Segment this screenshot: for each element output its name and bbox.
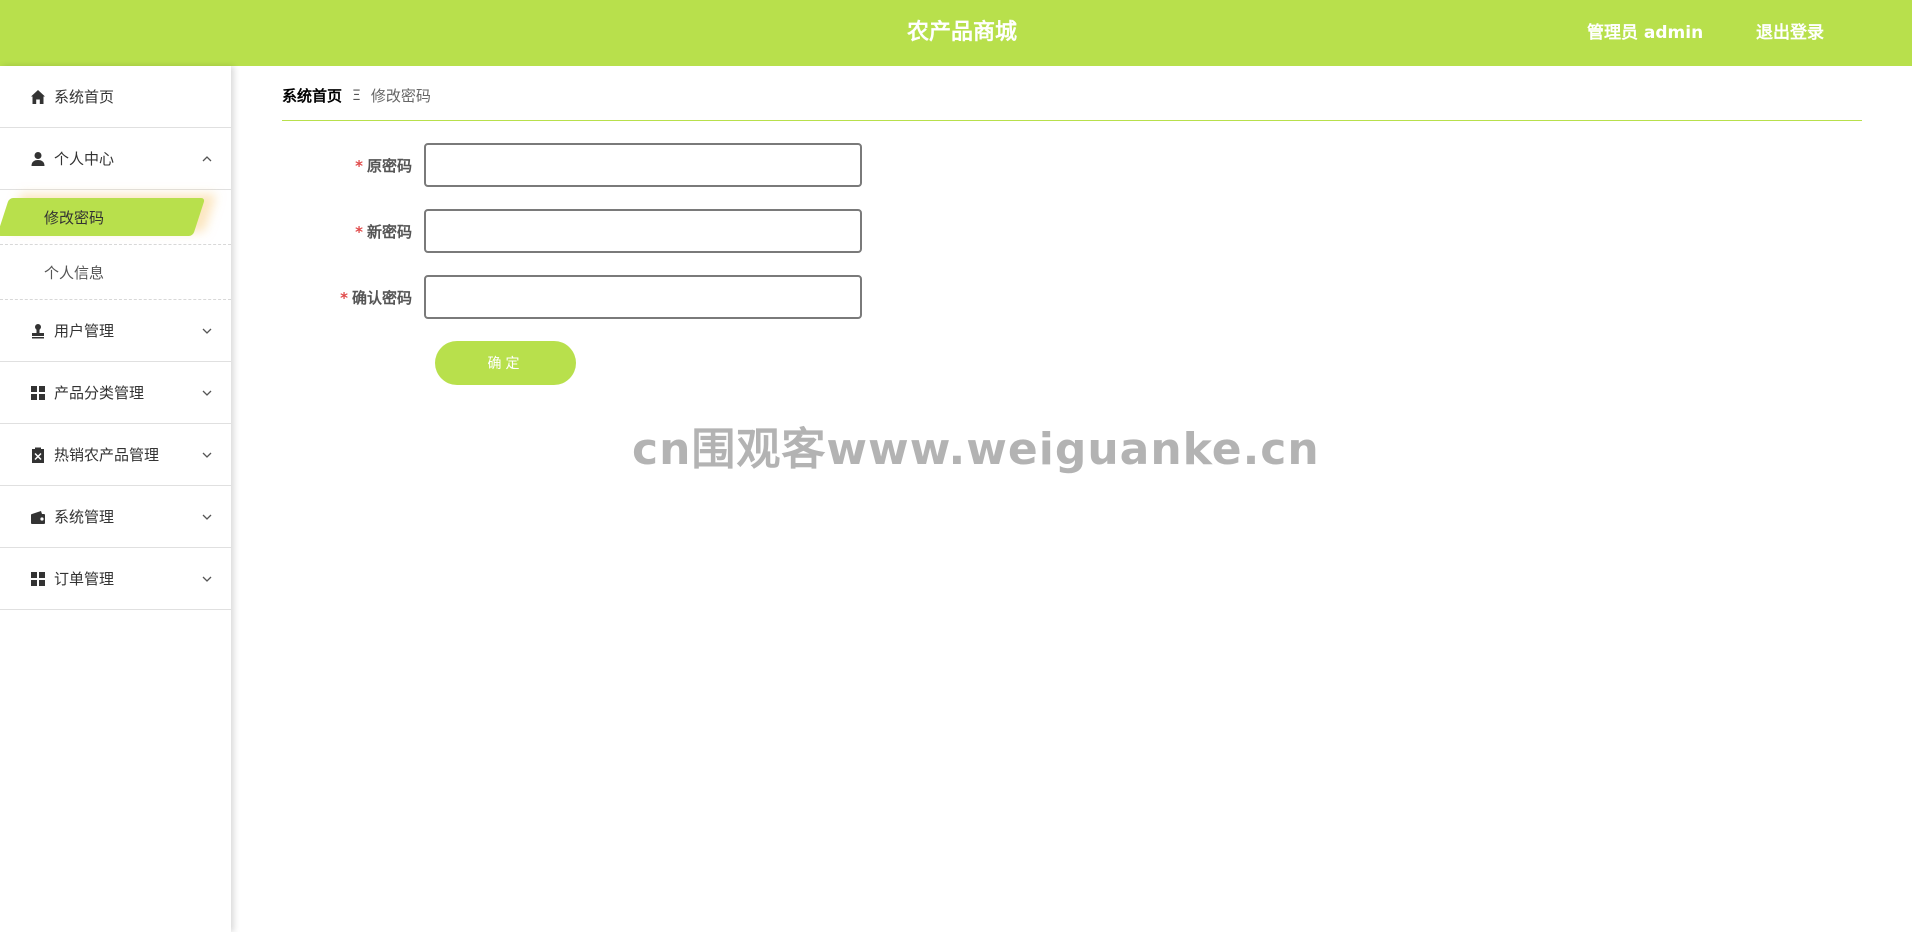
confirm-button[interactable]: 确定 bbox=[435, 341, 576, 385]
old-password-label-text: 原密码 bbox=[366, 156, 412, 175]
sidebar: 系统首页 个人中心 修改密码 个人信息 用户管理 产品分类管理 热销农产品管理 … bbox=[0, 66, 231, 932]
grid-icon bbox=[31, 571, 45, 586]
new-password-label-text: 新密码 bbox=[366, 222, 412, 241]
chevron-down-icon bbox=[202, 328, 212, 334]
sidebar-item-category-management[interactable]: 产品分类管理 bbox=[0, 362, 231, 424]
sidebar-subitem-label: 修改密码 bbox=[44, 208, 105, 227]
confirm-password-label-text: 确认密码 bbox=[351, 288, 412, 307]
clipboard-icon bbox=[32, 447, 44, 463]
sidebar-item-label: 热销农产品管理 bbox=[54, 446, 160, 464]
old-password-label: * 原密码 bbox=[282, 155, 424, 176]
breadcrumb-home[interactable]: 系统首页 bbox=[282, 85, 342, 107]
watermark-text: cn围观客www.weiguanke.cn bbox=[632, 424, 1320, 475]
form-row-new-password: * 新密码 bbox=[282, 209, 882, 253]
confirm-password-label: * 确认密码 bbox=[282, 287, 424, 308]
breadcrumb-divider bbox=[282, 120, 1862, 121]
home-icon bbox=[31, 89, 45, 104]
sidebar-item-home[interactable]: 系统首页 bbox=[0, 66, 231, 128]
sidebar-subitem-change-password[interactable]: 修改密码 bbox=[0, 190, 231, 245]
form-row-confirm-password: * 确认密码 bbox=[282, 275, 882, 319]
sidebar-item-order-management[interactable]: 订单管理 bbox=[0, 548, 231, 610]
sidebar-subitem-label: 个人信息 bbox=[44, 263, 105, 282]
sidebar-item-label: 个人中心 bbox=[54, 150, 115, 168]
sidebar-item-label: 订单管理 bbox=[54, 570, 115, 588]
admin-username: 管理员 admin bbox=[1587, 23, 1704, 43]
top-header: 农产品商城 管理员 admin 退出登录 bbox=[0, 0, 1912, 66]
new-password-label: * 新密码 bbox=[282, 221, 424, 242]
breadcrumb: 系统首页 Ξ 修改密码 bbox=[282, 85, 431, 107]
grid-icon bbox=[31, 385, 45, 400]
sidebar-subitem-personal-info[interactable]: 个人信息 bbox=[0, 245, 231, 300]
breadcrumb-separator: Ξ bbox=[352, 88, 361, 104]
confirm-password-input[interactable] bbox=[424, 275, 862, 319]
sidebar-item-label: 产品分类管理 bbox=[54, 384, 145, 402]
chevron-down-icon bbox=[202, 514, 212, 520]
chevron-up-icon bbox=[202, 155, 212, 161]
logout-link[interactable]: 退出登录 bbox=[1756, 0, 1824, 66]
sidebar-item-label: 系统管理 bbox=[54, 508, 115, 526]
chevron-down-icon bbox=[202, 390, 212, 396]
required-mark: * bbox=[355, 156, 363, 175]
chevron-down-icon bbox=[202, 452, 212, 458]
new-password-input[interactable] bbox=[424, 209, 862, 253]
stamp-icon bbox=[32, 323, 44, 338]
sidebar-item-user-management[interactable]: 用户管理 bbox=[0, 300, 231, 362]
sidebar-item-label: 系统首页 bbox=[54, 88, 115, 106]
sidebar-item-hot-products[interactable]: 热销农产品管理 bbox=[0, 424, 231, 486]
sidebar-item-personal-center[interactable]: 个人中心 bbox=[0, 128, 231, 190]
wallet-icon bbox=[31, 510, 45, 524]
breadcrumb-current: 修改密码 bbox=[370, 87, 431, 105]
user-icon bbox=[31, 151, 45, 166]
sidebar-item-label: 用户管理 bbox=[54, 322, 115, 340]
required-mark: * bbox=[340, 288, 348, 307]
required-mark: * bbox=[355, 222, 363, 241]
sidebar-item-system-management[interactable]: 系统管理 bbox=[0, 486, 231, 548]
chevron-down-icon bbox=[202, 576, 212, 582]
old-password-input[interactable] bbox=[424, 143, 862, 187]
form-row-old-password: * 原密码 bbox=[282, 143, 882, 187]
